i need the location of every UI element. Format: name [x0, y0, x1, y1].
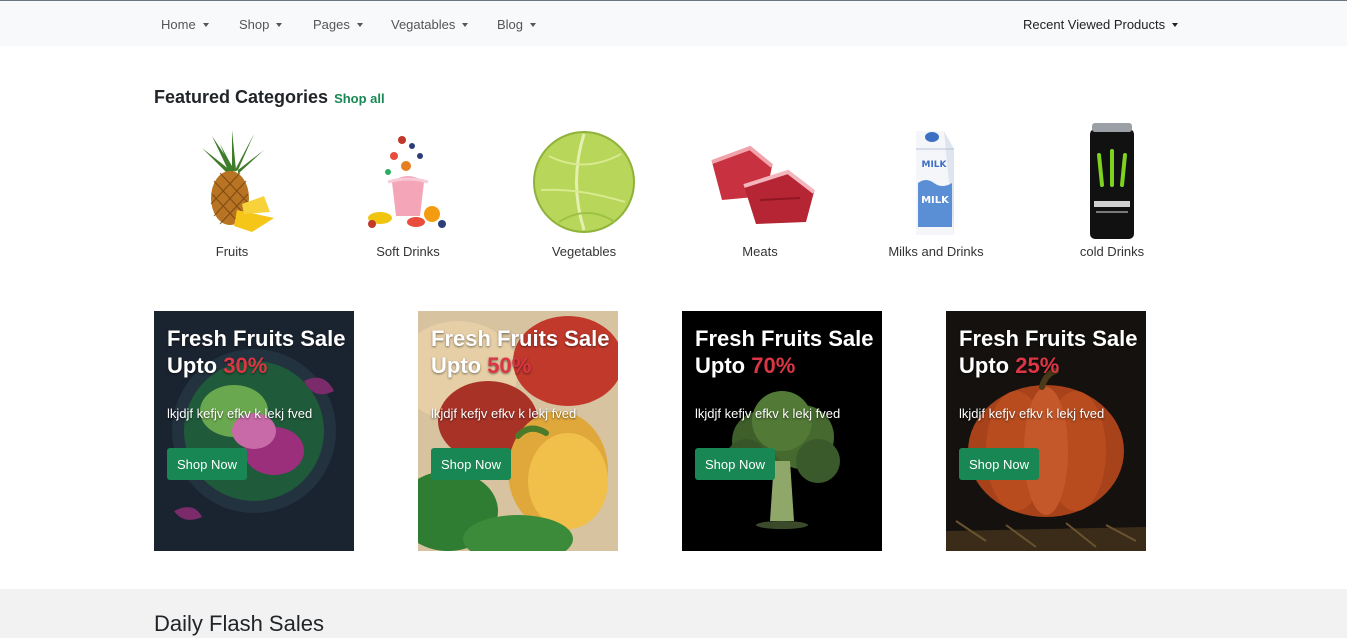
promo-3-description: lkjdjf kefjv efkv k lekj fved — [695, 406, 841, 421]
shop-all-link[interactable]: Shop all — [334, 91, 385, 106]
category-cold-drinks[interactable]: cold Drinks — [1042, 120, 1182, 259]
smoothie-splash-icon — [338, 120, 478, 242]
category-cold-drinks-label: cold Drinks — [1079, 244, 1145, 259]
caret-down-icon — [356, 22, 363, 27]
promo-2-title: Fresh Fruits Sale — [431, 326, 610, 351]
category-milks-and-drinks[interactable]: MILK MILK Milks and Drinks — [866, 120, 1006, 259]
milk-carton-icon: MILK MILK — [866, 120, 1006, 242]
category-fruits[interactable]: Fruits — [162, 120, 302, 259]
nav-home-label: Home — [161, 17, 196, 32]
category-meats-label: Meats — [742, 244, 778, 259]
daily-flash-sales-section: Daily Flash Sales — [0, 589, 1347, 638]
meat-icon — [690, 120, 830, 242]
promo-3-upto: Upto — [695, 353, 746, 378]
nav-vegetables-label: Vegatables — [391, 17, 456, 32]
promo-1-shop-now-button[interactable]: Shop Now — [167, 448, 247, 480]
promo-3-shop-now-button[interactable]: Shop Now — [695, 448, 775, 480]
promo-banner-4: Fresh Fruits Sale Upto 25% lkjdjf kefjv … — [946, 311, 1146, 551]
promo-3-title: Fresh Fruits Sale — [695, 326, 874, 351]
category-soft-drinks-label: Soft Drinks — [376, 244, 440, 259]
caret-down-icon — [202, 22, 209, 27]
svg-text:MILK: MILK — [921, 195, 950, 206]
category-fruits-label: Fruits — [215, 244, 249, 259]
nav-blog-label: Blog — [497, 17, 524, 32]
promo-1-heading: Fresh Fruits Sale Upto 30% — [167, 325, 352, 379]
pineapple-icon — [162, 120, 302, 242]
promo-banner-1: Fresh Fruits Sale Upto 30% lkjdjf kefjv … — [154, 311, 354, 551]
featured-categories-header: Featured Categories Shop all — [154, 87, 385, 108]
promo-4-heading: Fresh Fruits Sale Upto 25% — [959, 325, 1144, 379]
caret-down-icon — [462, 22, 469, 27]
nav-vegetables[interactable]: Vegatables — [391, 17, 469, 32]
category-meats[interactable]: Meats — [690, 120, 830, 259]
promo-banner-2: Fresh Fruits Sale Upto 50% lkjdjf kefjv … — [418, 311, 618, 551]
daily-flash-sales-title: Daily Flash Sales — [154, 611, 324, 636]
caret-down-icon — [1172, 22, 1179, 27]
nav-recent-label: Recent Viewed Products — [1023, 17, 1166, 32]
promo-4-description: lkjdjf kefjv efkv k lekj fved — [959, 406, 1105, 421]
svg-text:MILK: MILK — [921, 160, 947, 170]
promo-2-heading: Fresh Fruits Sale Upto 50% — [431, 325, 616, 379]
promo-1-description: lkjdjf kefjv efkv k lekj fved — [167, 406, 313, 421]
promo-3-heading: Fresh Fruits Sale Upto 70% — [695, 325, 880, 379]
nav-blog[interactable]: Blog — [497, 17, 537, 32]
promo-1-percent: 30% — [223, 353, 268, 378]
nav-pages-label: Pages — [313, 17, 350, 32]
nav-shop-label: Shop — [239, 17, 270, 32]
category-milks-and-drinks-label: Milks and Drinks — [888, 244, 984, 259]
promo-3-percent: 70% — [751, 353, 796, 378]
promo-2-upto: Upto — [431, 353, 482, 378]
promo-4-percent: 25% — [1015, 353, 1060, 378]
nav-recent-viewed-products[interactable]: Recent Viewed Products — [1023, 17, 1179, 32]
promo-2-percent: 50% — [487, 353, 532, 378]
promo-4-upto: Upto — [959, 353, 1010, 378]
top-navbar: Home Shop Pages Vegatables Blog Recent V… — [0, 0, 1347, 46]
caret-down-icon — [276, 22, 283, 27]
caret-down-icon — [530, 22, 537, 27]
promo-2-shop-now-button[interactable]: Shop Now — [431, 448, 511, 480]
promo-banner-3: Fresh Fruits Sale Upto 70% lkjdjf kefjv … — [682, 311, 882, 551]
promo-2-description: lkjdjf kefjv efkv k lekj fved — [431, 406, 577, 421]
promo-1-upto: Upto — [167, 353, 218, 378]
promo-1-title: Fresh Fruits Sale — [167, 326, 346, 351]
category-soft-drinks[interactable]: Soft Drinks — [338, 120, 478, 259]
category-vegetables-label: Vegetables — [551, 244, 617, 259]
cabbage-icon — [514, 120, 654, 242]
nav-home[interactable]: Home — [161, 17, 209, 32]
category-vegetables[interactable]: Vegetables — [514, 120, 654, 259]
promo-4-shop-now-button[interactable]: Shop Now — [959, 448, 1039, 480]
nav-shop[interactable]: Shop — [239, 17, 283, 32]
energy-drink-can-icon — [1042, 120, 1182, 242]
promo-4-title: Fresh Fruits Sale — [959, 326, 1138, 351]
featured-categories-title: Featured Categories — [154, 87, 329, 107]
nav-pages[interactable]: Pages — [313, 17, 363, 32]
